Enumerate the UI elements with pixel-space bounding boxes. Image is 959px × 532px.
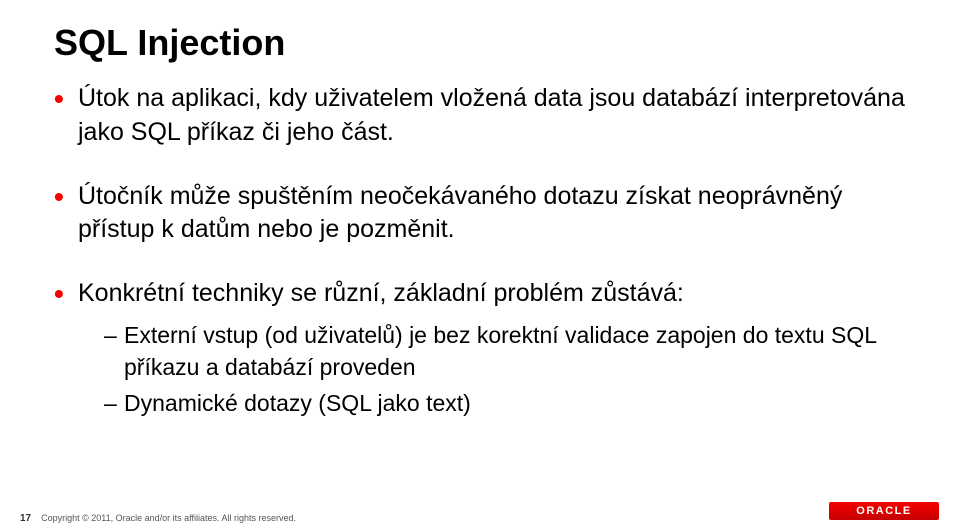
copyright-text: Copyright © 2011, Oracle and/or its affi… bbox=[41, 513, 296, 524]
sub-bullet-text: Externí vstup (od uživatelů) je bez kore… bbox=[124, 322, 876, 380]
bullet-text: Útok na aplikaci, kdy uživatelem vložená… bbox=[78, 84, 905, 146]
slide-title: SQL Injection bbox=[54, 22, 905, 64]
sub-bullet-list: Externí vstup (od uživatelů) je bez kore… bbox=[78, 319, 905, 420]
bullet-text: Konkrétní techniky se různí, základní pr… bbox=[78, 279, 684, 307]
oracle-logo-text: ORACLE bbox=[856, 505, 911, 517]
sub-bullet-item: Externí vstup (od uživatelů) je bez kore… bbox=[104, 319, 905, 383]
oracle-logo: ORACLE bbox=[829, 502, 939, 520]
main-bullet-list: Útok na aplikaci, kdy uživatelem vložená… bbox=[54, 82, 905, 419]
oracle-logo-bg: ORACLE bbox=[829, 502, 939, 520]
bullet-item: Útok na aplikaci, kdy uživatelem vložená… bbox=[54, 82, 905, 150]
sub-bullet-item: Dynamické dotazy (SQL jako text) bbox=[104, 387, 905, 419]
bullet-item: Útočník může spuštěním neočekávaného dot… bbox=[54, 180, 905, 248]
sub-bullet-text: Dynamické dotazy (SQL jako text) bbox=[124, 390, 471, 416]
page-number: 17 bbox=[20, 513, 31, 524]
bullet-item: Konkrétní techniky se různí, základní pr… bbox=[54, 277, 905, 419]
bullet-text: Útočník může spuštěním neočekávaného dot… bbox=[78, 182, 842, 244]
slide-footer: 17 Copyright © 2011, Oracle and/or its a… bbox=[20, 513, 296, 524]
slide-container: SQL Injection Útok na aplikaci, kdy uživ… bbox=[0, 0, 959, 532]
